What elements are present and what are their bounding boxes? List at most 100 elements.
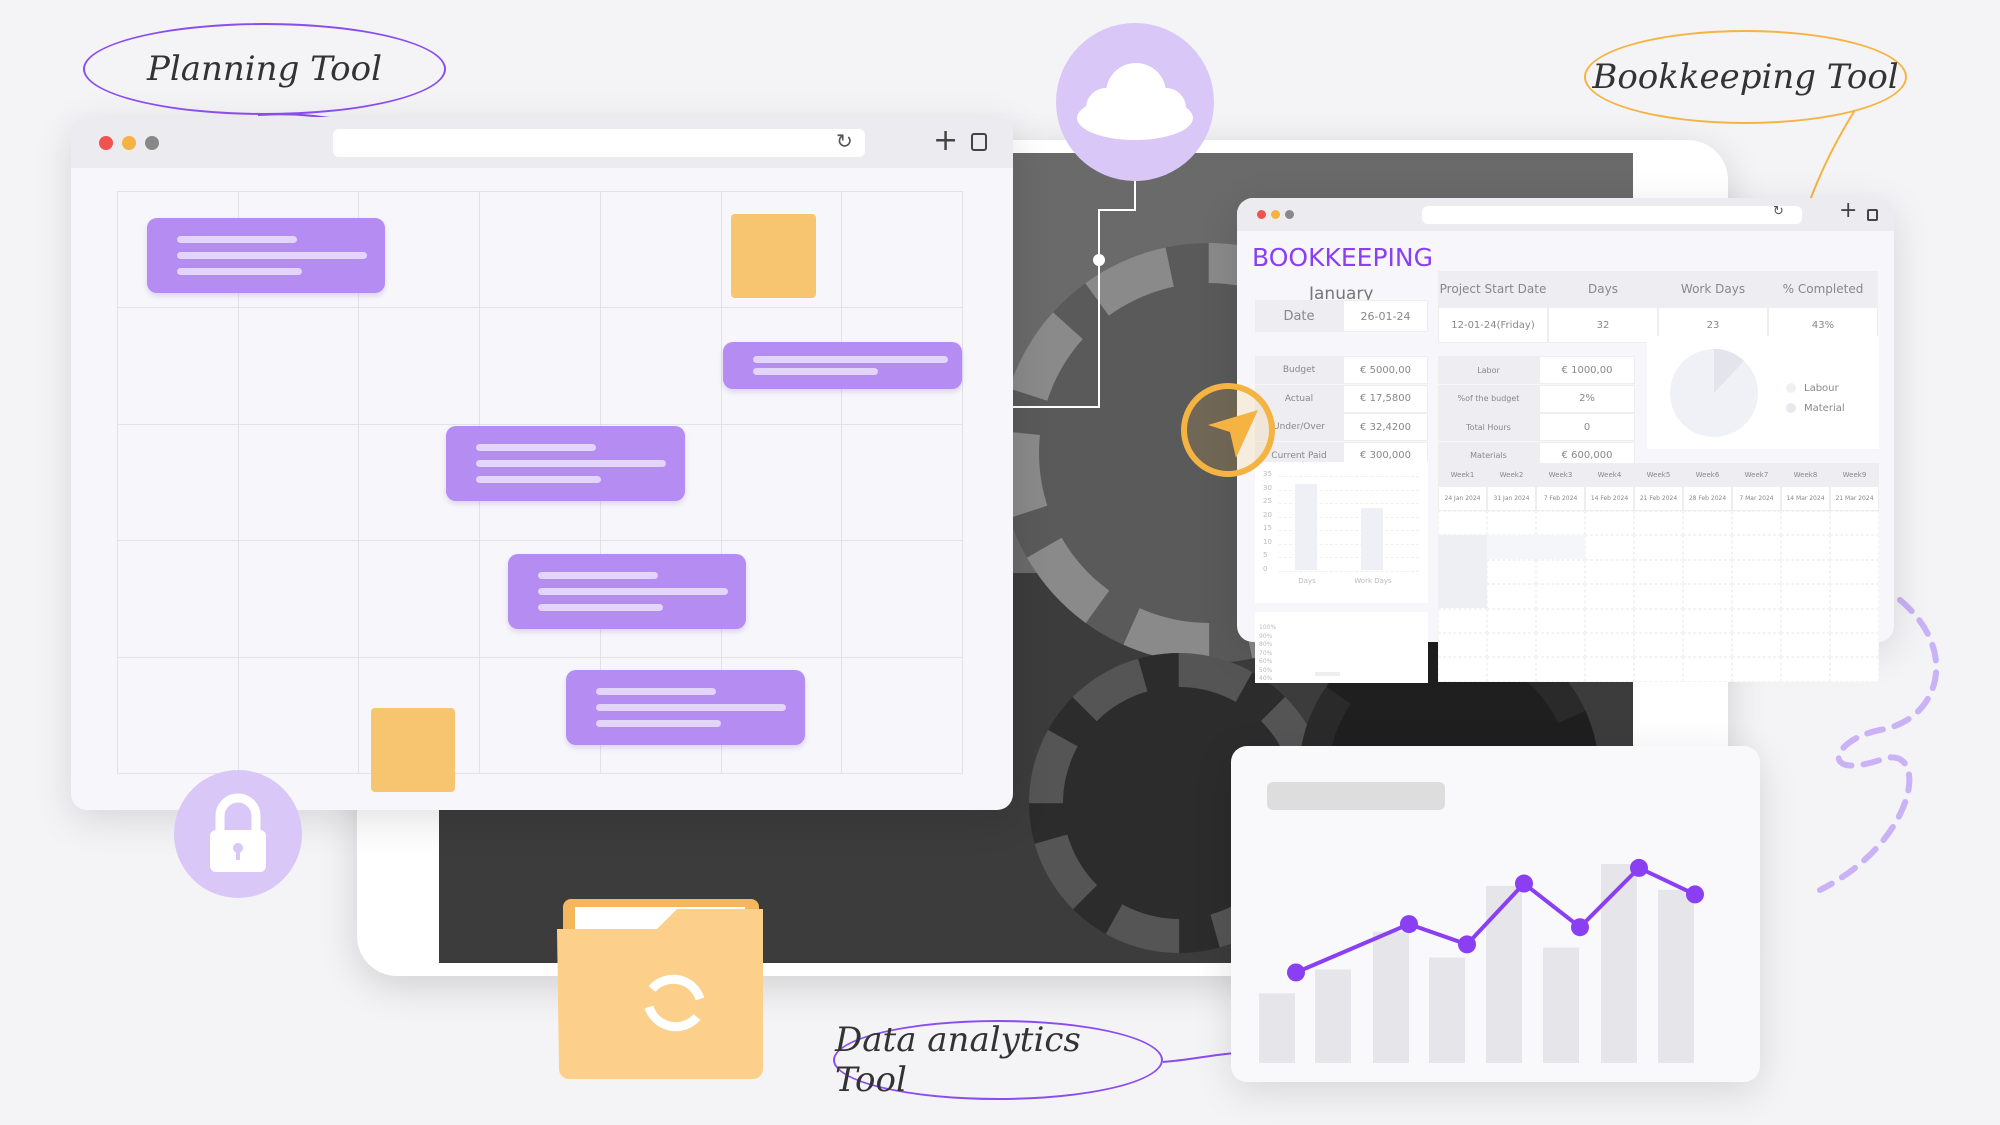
tick-label: 40% — [1259, 675, 1273, 682]
copy-icon[interactable] — [1867, 209, 1878, 221]
mini-bar — [1361, 508, 1383, 571]
row-value: € 1000,00 — [1539, 356, 1635, 384]
row-value: 0 — [1539, 413, 1635, 442]
bar — [1373, 931, 1409, 1063]
tick-label: 100% — [1259, 624, 1277, 631]
cloud-icon — [1077, 63, 1193, 140]
week-date: 14 Mar 2024 — [1781, 486, 1830, 511]
row-value: € 32,4200 — [1343, 413, 1428, 442]
sticky-note[interactable] — [371, 708, 455, 792]
trend-point — [1515, 874, 1533, 893]
week-header: Week8 — [1781, 463, 1830, 486]
summary-header: % Completed — [1768, 271, 1878, 307]
summary-header: Days — [1548, 271, 1658, 307]
data-analytics-tool-label: Data analytics Tool — [833, 1020, 1163, 1100]
copy-icon[interactable] — [971, 133, 987, 151]
row-value: € 17,5800 — [1343, 384, 1428, 413]
summary-header: Work Days — [1658, 271, 1768, 307]
cursor-icon — [1181, 383, 1275, 477]
legend-item: Material — [1786, 398, 1845, 418]
week-date: 21 Mar 2024 — [1830, 486, 1879, 511]
plus-icon[interactable]: + — [933, 123, 958, 158]
planning-tool-label: Planning Tool — [83, 23, 446, 115]
title-bar: ↻ + — [71, 117, 1013, 168]
refresh-icon[interactable]: ↻ — [1773, 204, 1784, 219]
bar — [1429, 957, 1465, 1063]
bar — [1315, 969, 1351, 1063]
row-value: 2% — [1539, 384, 1635, 413]
summary-header: Project Start Date — [1438, 271, 1548, 307]
tick-label: 20 — [1263, 510, 1272, 519]
analytics-card — [1231, 746, 1760, 1082]
row-label: Labor — [1438, 356, 1539, 384]
category-label: Days — [1298, 576, 1316, 585]
analytics-chart — [1259, 858, 1704, 1063]
week-header: Week2 — [1487, 463, 1536, 486]
tick-label: 15 — [1263, 524, 1272, 532]
week-date: 7 Mar 2024 — [1732, 486, 1781, 511]
pie-chart — [1670, 349, 1758, 437]
tick-label: 0 — [1263, 564, 1268, 573]
address-bar[interactable] — [1422, 206, 1802, 224]
tick-label: 10 — [1263, 537, 1272, 546]
refresh-icon[interactable]: ↻ — [836, 129, 853, 153]
bar — [1486, 885, 1522, 1063]
week-date: 24 Jan 2024 — [1438, 486, 1487, 511]
tick-label: 25 — [1263, 497, 1272, 505]
weeks-table: Week1 24 Jan 2024 Week2 31 Jan 2024 Week3 7 F… — [1438, 463, 1879, 682]
bar — [1658, 889, 1694, 1063]
plus-icon[interactable]: + — [1839, 198, 1857, 223]
trend-point — [1287, 963, 1305, 982]
week-header: Week3 — [1536, 463, 1585, 486]
pie-legend: Labour Material — [1786, 378, 1845, 418]
trend-point — [1458, 935, 1476, 954]
tick-label: 30 — [1263, 483, 1272, 492]
trend-point — [1571, 918, 1589, 937]
week-date: 7 Feb 2024 — [1536, 486, 1585, 511]
bookkeeping-title-bar: ↻ + — [1237, 198, 1894, 231]
week-header: Week1 — [1438, 463, 1487, 486]
week-header: Week5 — [1634, 463, 1683, 486]
tick-label: 80% — [1259, 641, 1273, 648]
bookkeeping-title: BOOKKEEPING — [1252, 243, 1433, 272]
summary-value: 32 — [1548, 307, 1658, 343]
trend-point — [1686, 885, 1704, 904]
row-label: Total Hours — [1438, 413, 1539, 442]
week-date: 21 Feb 2024 — [1634, 486, 1683, 511]
maximize-dot[interactable] — [145, 136, 159, 150]
week-header: Week4 — [1585, 463, 1634, 486]
maximize-dot[interactable] — [1285, 210, 1294, 219]
task-card[interactable] — [566, 670, 805, 745]
bar — [1543, 947, 1579, 1063]
task-card[interactable] — [508, 554, 746, 629]
sticky-note[interactable] — [731, 214, 816, 298]
bar — [1259, 993, 1295, 1063]
week-header: Week9 — [1830, 463, 1879, 486]
legend-item: Labour — [1786, 378, 1845, 398]
tick-label: 5 — [1263, 551, 1268, 559]
minimize-dot[interactable] — [1271, 210, 1280, 219]
week-date: 28 Feb 2024 — [1683, 486, 1732, 511]
close-dot[interactable] — [99, 136, 113, 150]
close-dot[interactable] — [1257, 210, 1266, 219]
tick-label: 70% — [1259, 649, 1273, 657]
row-label: %of the budget — [1438, 384, 1539, 413]
minimize-dot[interactable] — [122, 136, 136, 150]
row-value: € 5000,00 — [1343, 356, 1428, 384]
task-card[interactable] — [147, 218, 385, 293]
task-card[interactable] — [446, 426, 685, 501]
gantt-block — [1438, 535, 1487, 608]
week-header: Week6 — [1683, 463, 1732, 486]
percent-chart: 100% 90% 80% 70% 60% 50% 40% — [1255, 612, 1428, 683]
address-bar[interactable] — [333, 129, 865, 157]
week-date: 31 Jan 2024 — [1487, 486, 1536, 511]
folder-sync-icon — [557, 899, 763, 1079]
category-label: Work Days — [1354, 576, 1392, 585]
lock-icon — [210, 793, 266, 872]
gantt-block — [1487, 535, 1585, 559]
trend-point — [1630, 858, 1648, 877]
lock-badge — [174, 770, 302, 898]
trend-point — [1400, 915, 1418, 934]
task-card[interactable] — [723, 342, 962, 389]
summary-value: 12-01-24(Friday) — [1438, 307, 1548, 343]
